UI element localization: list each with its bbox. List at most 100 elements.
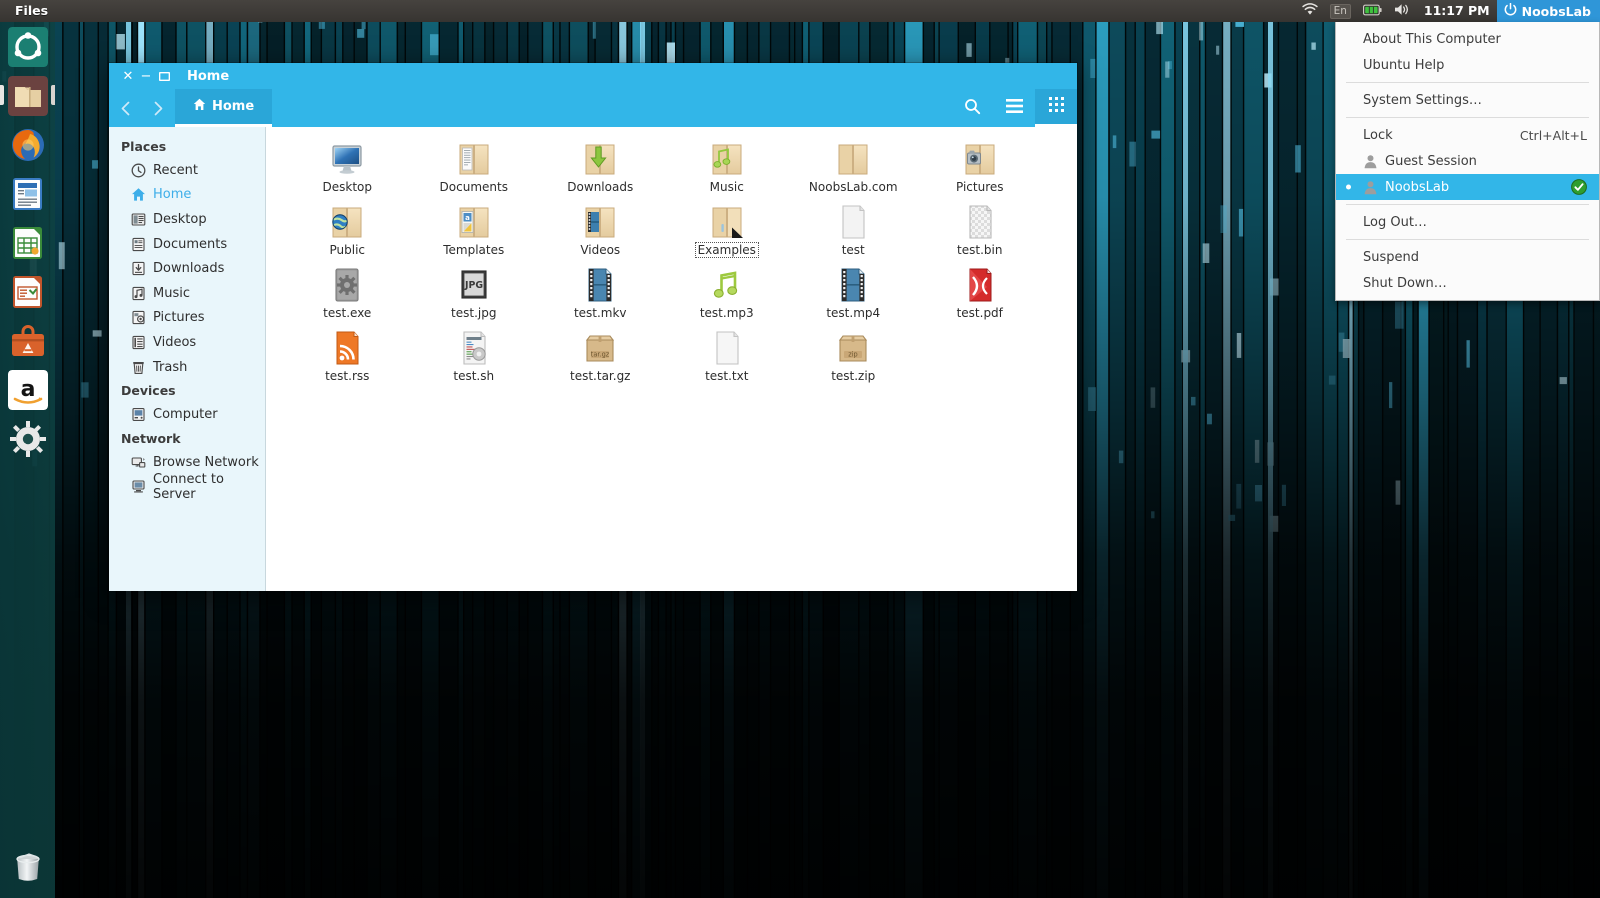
- file-item-public[interactable]: Public: [284, 202, 411, 265]
- file-manager-sidebar[interactable]: Places Recent Home Desktop Documents Download…: [109, 127, 266, 591]
- file-item-pictures[interactable]: Pictures: [917, 139, 1044, 202]
- window-close-button[interactable]: ✕: [119, 67, 137, 85]
- sidebar-item-documents[interactable]: Documents: [109, 232, 265, 257]
- sidebar-item-trash[interactable]: Trash: [109, 355, 265, 380]
- menu-item-ubuntu-help[interactable]: Ubuntu Help: [1336, 52, 1599, 78]
- panel-clock[interactable]: 11:17 PM: [1417, 0, 1497, 22]
- file-item-test-mp3[interactable]: test.mp3: [664, 265, 791, 328]
- folder-videos-icon: [580, 202, 620, 242]
- file-item-test-bin[interactable]: test.bin: [917, 202, 1044, 265]
- sidebar-item-music[interactable]: Music: [109, 281, 265, 306]
- back-button[interactable]: [109, 89, 142, 127]
- file-item-examples[interactable]: Examples: [664, 202, 791, 265]
- file-item-music[interactable]: Music: [664, 139, 791, 202]
- menu-item-label: Guest Session: [1385, 153, 1477, 169]
- file-item-videos[interactable]: Videos: [537, 202, 664, 265]
- file-item-label: test.pdf: [956, 306, 1003, 320]
- window-titlebar[interactable]: ✕ − Home: [109, 63, 1077, 89]
- file-item-test-mkv[interactable]: test.mkv: [537, 265, 664, 328]
- session-active-check-icon: [1571, 179, 1587, 195]
- launcher-item-system-settings[interactable]: [0, 414, 55, 463]
- file-item-test[interactable]: test: [790, 202, 917, 265]
- sidebar-item-recent[interactable]: Recent: [109, 158, 265, 183]
- sidebar-item-home[interactable]: Home: [109, 183, 265, 208]
- file-manager-window[interactable]: ✕ − Home Home Places Recent Home Desktop…: [108, 62, 1078, 592]
- battery-indicator[interactable]: [1357, 0, 1388, 22]
- menu-item-log-out[interactable]: Log Out…: [1336, 209, 1599, 235]
- sidebar-item-downloads[interactable]: Downloads: [109, 256, 265, 281]
- wifi-indicator[interactable]: [1296, 0, 1324, 22]
- sidebar-item-label: Home: [153, 187, 192, 203]
- volume-indicator[interactable]: [1388, 0, 1417, 22]
- file-item-templates[interactable]: a Templates: [411, 202, 538, 265]
- file-item-test-tar-gz[interactable]: tar.gz test.tar.gz: [537, 328, 664, 391]
- menu-item-lock[interactable]: Lock Ctrl+Alt+L: [1336, 122, 1599, 148]
- file-item-test-sh[interactable]: test.sh: [411, 328, 538, 391]
- session-indicator[interactable]: NoobsLab: [1496, 0, 1600, 22]
- menu-item-shut-down[interactable]: Shut Down…: [1336, 270, 1599, 296]
- file-item-label: test.zip: [831, 369, 876, 383]
- breadcrumb-home[interactable]: Home: [175, 89, 273, 127]
- clock-icon: [131, 163, 146, 178]
- launcher-item-libreoffice-calc[interactable]: [0, 218, 55, 267]
- sidebar-item-connect-to-server[interactable]: Connect to Server: [109, 472, 265, 502]
- launcher-item-firefox[interactable]: [0, 120, 55, 169]
- window-maximize-button[interactable]: [155, 67, 173, 85]
- forward-button[interactable]: [142, 89, 175, 127]
- launcher-item-ubuntu-dash[interactable]: [0, 22, 55, 71]
- launcher-item-libreoffice-impress[interactable]: [0, 267, 55, 316]
- launcher-item-trash[interactable]: [0, 841, 55, 890]
- file-item-label: Downloads: [567, 180, 634, 194]
- launcher-item-libreoffice-writer[interactable]: [0, 169, 55, 218]
- search-button[interactable]: [951, 89, 993, 127]
- menu-item-system-settings[interactable]: System Settings…: [1336, 87, 1599, 113]
- power-icon: [1504, 2, 1517, 19]
- file-item-noobslab-com[interactable]: NoobsLab.com: [790, 139, 917, 202]
- file-manager-content[interactable]: Desktop Documents Downloads Music NoobsL…: [266, 127, 1077, 591]
- menu-item-guest-session[interactable]: Guest Session: [1336, 148, 1599, 174]
- file-item-downloads[interactable]: Downloads: [537, 139, 664, 202]
- files-icon: [7, 75, 48, 116]
- file-item-test-txt[interactable]: test.txt: [664, 328, 791, 391]
- file-item-documents[interactable]: Documents: [411, 139, 538, 202]
- sidebar-item-label: Music: [153, 285, 190, 301]
- menu-item-suspend[interactable]: Suspend: [1336, 244, 1599, 270]
- menu-item-noobslab[interactable]: NoobsLab: [1336, 174, 1599, 200]
- file-item-test-mp4[interactable]: test.mp4: [790, 265, 917, 328]
- keyboard-layout-label: En: [1329, 3, 1351, 19]
- sidebar-item-desktop[interactable]: Desktop: [109, 207, 265, 232]
- file-manager-toolbar[interactable]: Home: [109, 89, 1077, 127]
- unity-launcher[interactable]: a: [0, 22, 55, 898]
- menu-item-about-this-computer[interactable]: About This Computer: [1336, 26, 1599, 52]
- launcher-item-amazon[interactable]: a: [0, 365, 55, 414]
- documents-icon: [131, 237, 146, 252]
- file-icon-grid[interactable]: Desktop Documents Downloads Music NoobsL…: [284, 139, 1059, 391]
- menu-separator: [1346, 239, 1589, 240]
- sidebar-item-label: Desktop: [153, 211, 207, 227]
- launcher-item-ubuntu-software[interactable]: [0, 316, 55, 365]
- panel-app-name[interactable]: Files: [9, 0, 54, 22]
- top-panel[interactable]: Files En 11:17 PM NoobsLab: [0, 0, 1600, 22]
- firefox-icon: [8, 125, 48, 165]
- sidebar-item-videos[interactable]: Videos: [109, 330, 265, 355]
- file-item-test-pdf[interactable]: test.pdf: [917, 265, 1044, 328]
- sidebar-item-pictures[interactable]: Pictures: [109, 306, 265, 331]
- search-icon: [964, 98, 981, 119]
- window-minimize-button[interactable]: −: [137, 67, 155, 85]
- file-item-test-jpg[interactable]: JPG test.jpg: [411, 265, 538, 328]
- file-item-test-rss[interactable]: test.rss: [284, 328, 411, 391]
- sidebar-item-label: Computer: [153, 407, 218, 423]
- file-item-test-zip[interactable]: zip test.zip: [790, 328, 917, 391]
- sidebar-item-browse-network[interactable]: Browse Network: [109, 450, 265, 475]
- file-item-label: test.mp4: [826, 306, 881, 320]
- launcher-item-files[interactable]: [0, 71, 55, 120]
- sidebar-item-computer[interactable]: Computer: [109, 402, 265, 427]
- file-item-desktop[interactable]: Desktop: [284, 139, 411, 202]
- view-grid-button[interactable]: [1035, 89, 1077, 127]
- file-item-label: Music: [709, 180, 744, 194]
- folder-desktop-icon: [327, 139, 367, 179]
- file-item-test-exe[interactable]: test.exe: [284, 265, 411, 328]
- keyboard-layout-indicator[interactable]: En: [1324, 0, 1357, 22]
- menu-button[interactable]: [993, 89, 1035, 127]
- session-menu[interactable]: About This Computer Ubuntu Help System Set…: [1335, 22, 1600, 301]
